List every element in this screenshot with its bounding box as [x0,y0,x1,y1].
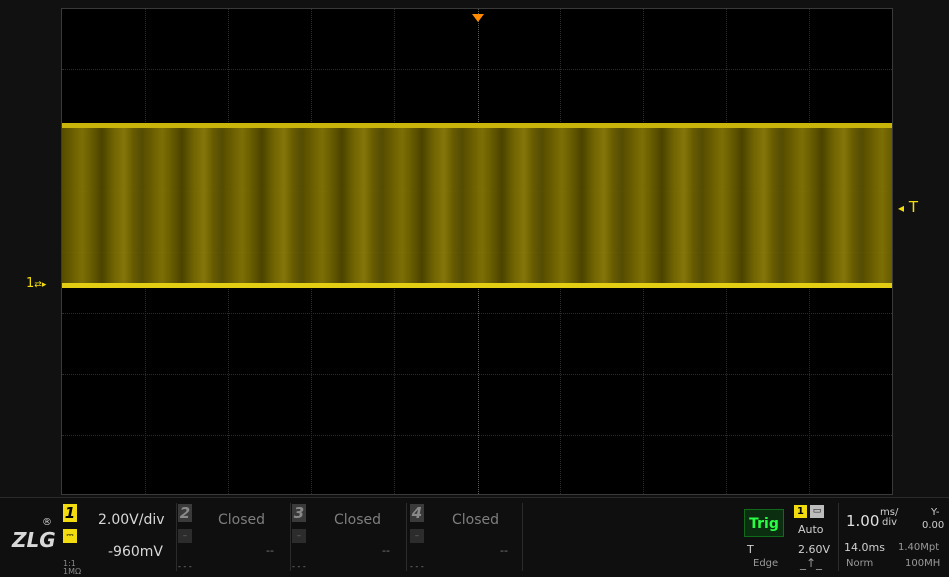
trigger-mode: Auto [798,523,824,536]
memory-depth: 1.40Mpt [898,542,940,553]
channel1-offset: -960mV [108,544,163,560]
channel2-status: Closed [218,512,266,528]
registered-mark: ® [42,517,52,528]
trigger-level-marker-label: T [908,198,918,216]
right-panel-label: Y- [931,507,940,518]
divider [838,503,839,571]
timebase-value: 1.00 [846,512,880,530]
channel3-value: -- [382,544,390,557]
trigger-type: Edge [753,558,779,569]
channel2-placeholder: - - - [178,562,192,571]
input-impedance: 1MΩ [63,567,82,576]
channel3-status: Closed [334,512,382,528]
coupling-icon: – [292,529,306,543]
channel3-number: 3 [292,504,306,522]
acquisition-status: Norm [846,558,874,569]
channel2-number: 2 [178,504,192,522]
dc-coupling-icon: ▭ [810,505,824,518]
channel1-offset-marker[interactable]: 1⇄▸ [26,276,46,291]
trigger-position-marker[interactable] [472,14,484,22]
channel1-waveform-low [62,283,892,288]
channel3-placeholder: - - - [292,562,306,571]
zlg-logo: ZLG [12,528,56,552]
divider [406,503,407,571]
coupling-icon: – [178,529,192,543]
horizontal-position: 14.0ms [844,541,885,554]
grid-line [62,313,892,314]
grid-line [62,374,892,375]
channel1-volts-per-div: 2.00V/div [98,512,165,528]
channel4-status: Closed [452,512,500,528]
divider [290,503,291,571]
divider [176,503,177,571]
timebase-unit-bottom: div [882,517,898,528]
trigger-level-marker[interactable]: ◂ T [898,198,918,216]
trigger-status: Trig [744,509,784,537]
divider [522,503,523,571]
channel4-value: -- [500,544,508,557]
oscilloscope-screen: 1⇄▸ ◂ T ZLG ® 1 ⎓ 1:1 1MΩ 2.00V/div -960… [0,0,949,577]
channel2-value: -- [266,544,274,557]
right-panel-value: 0.00 [922,520,945,531]
bandwidth: 100MH [905,558,941,569]
coupling-icon: – [410,529,424,543]
channel4-number: 4 [410,504,424,522]
trigger-level: 2.60V [798,543,831,556]
trigger-source: 1 [794,505,807,518]
channel1-waveform-envelope [62,125,892,285]
waveform-display[interactable] [61,8,893,495]
grid-line [62,69,892,70]
trigger-level-symbol: T [747,543,754,556]
grid-line [62,435,892,436]
rising-edge-icon: _↑_ [800,556,823,570]
channel4-placeholder: - - - [410,562,424,571]
channel1-waveform-high [62,123,892,128]
dc-coupling-icon: ⎓ [63,529,77,543]
channel1-number: 1 [63,504,77,522]
